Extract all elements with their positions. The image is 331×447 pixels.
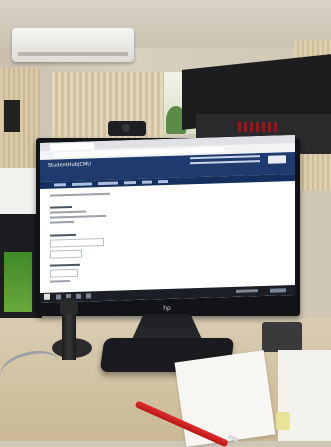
nav-item[interactable] <box>98 181 118 186</box>
nav-item[interactable] <box>158 179 168 184</box>
nav-item[interactable] <box>72 182 92 186</box>
nav-item[interactable] <box>54 183 66 187</box>
hp-logo-icon: hp <box>163 305 171 312</box>
air-conditioner <box>12 28 134 62</box>
nav-item[interactable] <box>124 180 136 185</box>
taskbar-icon[interactable] <box>76 293 81 299</box>
breadcrumb <box>50 192 110 197</box>
user-info <box>190 155 260 169</box>
clock <box>270 288 286 293</box>
monitor-screen: StudentHub|CMU <box>40 134 295 303</box>
air-conditioner-vent <box>18 52 128 56</box>
red-objects <box>238 122 278 132</box>
logout-button[interactable] <box>268 155 286 164</box>
form-field[interactable] <box>50 249 82 259</box>
form-label <box>50 233 76 237</box>
form-label <box>50 205 72 209</box>
yellow-object <box>276 412 290 430</box>
form-field[interactable] <box>50 268 78 278</box>
desk-device <box>262 322 302 352</box>
form-field[interactable] <box>50 237 104 248</box>
black-bottle <box>62 310 76 360</box>
form-text <box>50 280 70 283</box>
form-text <box>50 210 86 214</box>
windows-start-icon[interactable] <box>44 293 50 300</box>
taskbar-icon[interactable] <box>56 294 61 300</box>
form-text <box>50 220 74 224</box>
paper-sheets <box>174 350 276 447</box>
bottle-cap <box>60 298 78 314</box>
form-label <box>50 263 80 267</box>
wall-speaker <box>4 100 20 132</box>
form-text <box>50 214 106 219</box>
taskbar-icon[interactable] <box>86 293 91 299</box>
green-display <box>4 252 32 312</box>
white-box <box>0 168 38 216</box>
nav-item[interactable] <box>142 180 152 184</box>
webcam-lens <box>122 124 130 132</box>
